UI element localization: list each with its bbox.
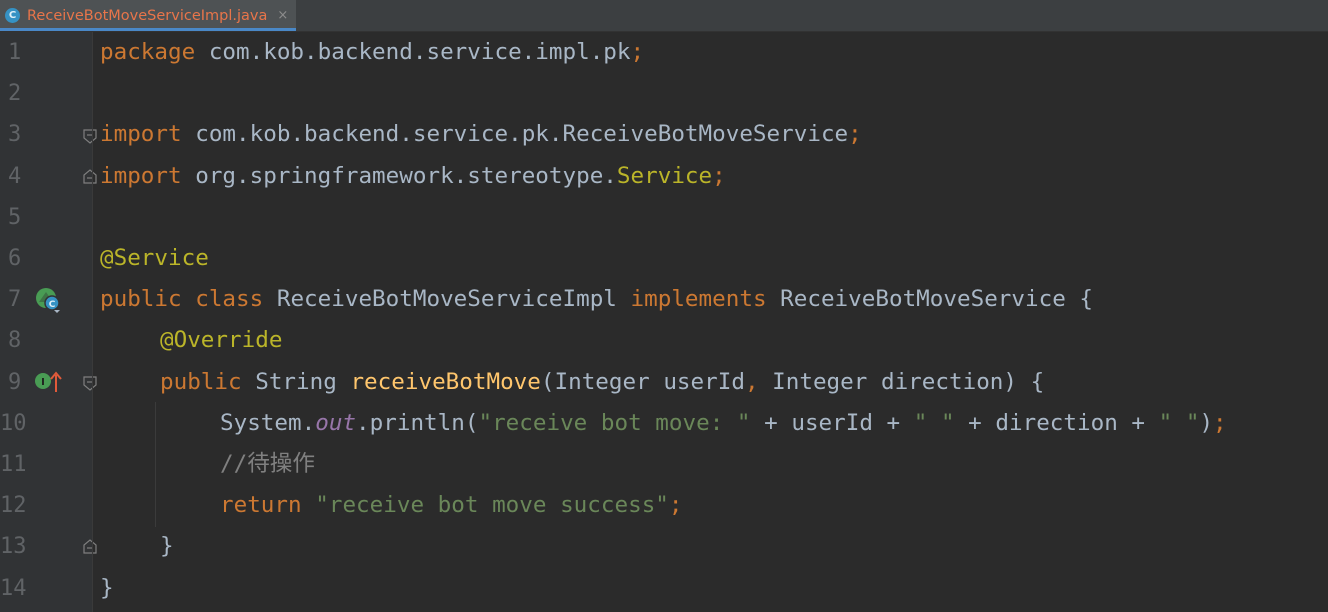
- code-text: + direction +: [954, 409, 1159, 436]
- java-class-icon: C: [5, 8, 20, 23]
- line-number: 3: [8, 122, 22, 148]
- code-text: Integer direction) {: [758, 368, 1045, 395]
- line-number: 10: [0, 410, 27, 436]
- editor-window: C ReceiveBotMoveServiceImpl.java × 1 2 3…: [0, 0, 1328, 612]
- class-reference: Service: [616, 162, 713, 189]
- code-text: org.springframework.stereotype.: [181, 162, 617, 189]
- method-name: receiveBotMove: [350, 368, 541, 395]
- line-number: 2: [8, 81, 22, 107]
- string-literal: "receive bot move: ": [478, 409, 751, 436]
- annotation: @Override: [160, 327, 283, 354]
- code-line-14[interactable]: }: [100, 568, 114, 609]
- code-text: + userId +: [750, 409, 914, 436]
- code-text: System.: [220, 409, 316, 436]
- brace: }: [160, 533, 174, 560]
- line-number: 14: [0, 575, 27, 601]
- code-line-8[interactable]: @Override: [160, 320, 282, 361]
- code-text: ): [1199, 409, 1214, 436]
- keyword: import: [100, 162, 182, 189]
- annotation: @Service: [100, 245, 209, 271]
- code-text: com.kob.backend.service.impl.pk: [195, 39, 631, 65]
- fold-end-marker-icon[interactable]: [82, 539, 98, 555]
- line-number: 9: [8, 369, 22, 395]
- keyword: implements: [630, 286, 767, 313]
- line-number: 7: [8, 287, 22, 313]
- fold-marker-icon[interactable]: [82, 375, 98, 391]
- code-line-1[interactable]: package com.kob.backend.service.impl.pk;: [100, 32, 644, 73]
- code-line-12[interactable]: return "receive bot move success";: [220, 485, 683, 526]
- svg-text:I: I: [41, 377, 45, 388]
- comma: ,: [744, 368, 759, 395]
- line-number: 11: [0, 452, 27, 477]
- code-line-3[interactable]: import com.kob.backend.service.pk.Receiv…: [100, 114, 862, 155]
- line-number: 13: [0, 534, 27, 560]
- gutter-separator: [92, 32, 93, 612]
- keyword: package: [100, 39, 196, 65]
- code-line-6[interactable]: @Service: [100, 238, 209, 279]
- semicolon: ;: [1213, 409, 1227, 436]
- line-number: 5: [8, 204, 22, 230]
- brace: }: [100, 574, 114, 601]
- indent-guide: [155, 402, 156, 527]
- line-number: 8: [8, 328, 22, 354]
- implemented-class-icon[interactable]: C: [34, 286, 64, 314]
- gutter[interactable]: 1 2 3 4 5 6 7 8 9 10 11 12 13 14 C I: [0, 32, 97, 612]
- semicolon: ;: [630, 39, 645, 65]
- line-number: 6: [8, 246, 22, 271]
- code-line-4[interactable]: import org.springframework.stereotype.Se…: [100, 156, 726, 197]
- keyword: public class: [100, 286, 264, 313]
- string-literal: " ": [913, 409, 955, 436]
- code-line-11[interactable]: //待操作: [220, 444, 315, 485]
- keyword: return: [220, 492, 302, 519]
- keyword: public: [160, 368, 242, 395]
- code-text: (Integer userId: [540, 368, 745, 395]
- tab-title: ReceiveBotMoveServiceImpl.java: [27, 7, 268, 24]
- semicolon: ;: [668, 492, 683, 519]
- code-line-13[interactable]: }: [160, 526, 174, 567]
- line-number: 4: [8, 163, 22, 189]
- string-literal: " ": [1158, 409, 1200, 436]
- string-literal: "receive bot move success": [315, 492, 669, 519]
- line-number: 12: [0, 493, 27, 519]
- line-number: 1: [8, 40, 22, 65]
- class-name: ReceiveBotMoveServiceImpl: [263, 286, 631, 313]
- return-type: String: [241, 368, 351, 395]
- tab-active-indicator: [0, 28, 296, 31]
- comment: //待操作: [220, 451, 315, 477]
- editor-tab[interactable]: C ReceiveBotMoveServiceImpl.java ×: [0, 0, 296, 31]
- code-line-10[interactable]: System.out.println("receive bot move: " …: [220, 403, 1227, 444]
- code-text: ReceiveBotMoveService {: [766, 286, 1094, 313]
- semicolon: ;: [712, 162, 726, 189]
- svg-text:C: C: [49, 300, 56, 310]
- editor-tab-bar: C ReceiveBotMoveServiceImpl.java ×: [0, 0, 1328, 32]
- code-text: com.kob.backend.service.pk.ReceiveBotMov…: [181, 121, 849, 148]
- semicolon: ;: [848, 121, 862, 148]
- fold-end-marker-icon[interactable]: [82, 169, 98, 185]
- close-icon[interactable]: ×: [277, 8, 288, 23]
- code-text: .println(: [356, 409, 479, 436]
- code-editor[interactable]: package com.kob.backend.service.impl.pk;…: [100, 32, 1328, 612]
- keyword: import: [100, 121, 182, 148]
- code-line-9[interactable]: public String receiveBotMove(Integer use…: [160, 362, 1044, 403]
- implements-method-icon[interactable]: I: [34, 370, 64, 396]
- fold-marker-icon[interactable]: [82, 128, 98, 144]
- static-field: out: [315, 409, 357, 436]
- code-line-7[interactable]: public class ReceiveBotMoveServiceImpl i…: [100, 279, 1093, 320]
